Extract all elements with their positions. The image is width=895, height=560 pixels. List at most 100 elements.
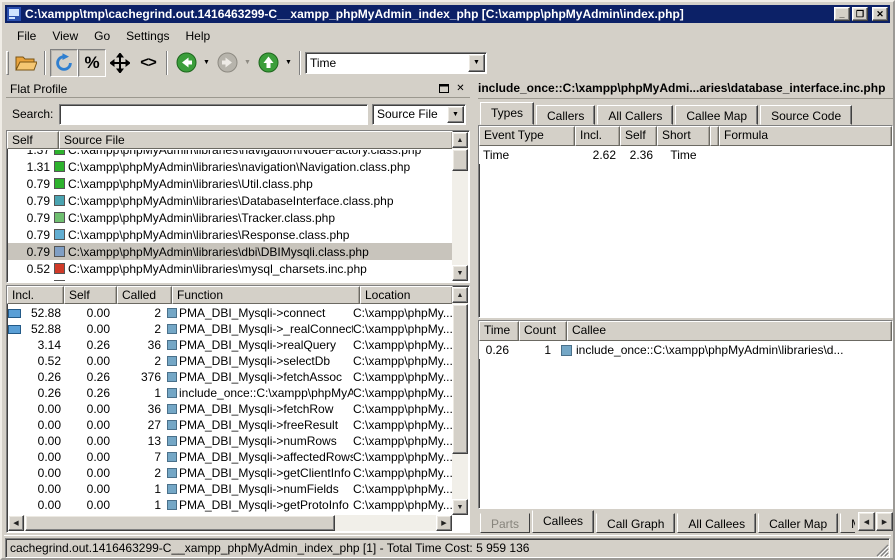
up-button[interactable] — [254, 49, 282, 77]
file-group-icon — [54, 161, 65, 172]
open-file-button[interactable] — [12, 49, 40, 77]
file-row[interactable]: 0.79C:\xampp\phpMyAdmin\libraries\dbi\DB… — [8, 243, 452, 260]
app-icon — [7, 7, 21, 21]
tab-callees[interactable]: Callees — [532, 510, 594, 533]
event-type-row[interactable]: Time2.622.36Time — [479, 146, 892, 164]
function-row[interactable]: 0.000.001PMA_DBI_Mysqli->numFieldsC:\xam… — [8, 481, 452, 497]
col-header-time[interactable]: Time — [479, 321, 519, 341]
event-type-selector[interactable]: Time ▼ — [305, 52, 487, 74]
function-row[interactable]: 0.260.26376PMA_DBI_Mysqli->fetchAssocC:\… — [8, 369, 452, 385]
tab-machine[interactable]: Machine — [840, 513, 855, 533]
col-header-formula[interactable]: Formula — [719, 126, 892, 146]
tab-callers[interactable]: Callers — [536, 105, 595, 125]
tab-callee-map[interactable]: Callee Map — [675, 105, 758, 125]
search-input[interactable] — [59, 104, 368, 125]
cycle-detection-button[interactable] — [106, 49, 134, 77]
detail-bottom-tabs: PartsCalleesCall GraphAll CalleesCaller … — [480, 509, 855, 533]
menu-go[interactable]: Go — [87, 27, 117, 45]
menu-file[interactable]: File — [10, 27, 43, 45]
tab-caller-map[interactable]: Caller Map — [758, 513, 838, 533]
callee-row[interactable]: 0.261include_once::C:\xampp\phpMyAdmin\l… — [479, 341, 892, 359]
function-row[interactable]: 0.260.261include_once::C:\xampp\phpMyAd.… — [8, 385, 452, 401]
function-row[interactable]: 52.880.002PMA_DBI_Mysqli->connectC:\xamp… — [8, 305, 452, 321]
file-row[interactable]: 0.52C:\xampp\phpMyAdmin\libraries\mysql_… — [8, 260, 452, 277]
back-button[interactable] — [172, 49, 200, 77]
function-table-hscrollbar[interactable]: ◀ ▶ — [8, 515, 452, 531]
file-row[interactable]: 0.79C:\xampp\phpMyAdmin\libraries\Databa… — [8, 192, 452, 209]
col-header-location[interactable]: Location — [360, 286, 453, 304]
title-bar[interactable]: C:\xampp\tmp\cachegrind.out.1416463299-C… — [5, 5, 890, 23]
col-header-source-file[interactable]: Source File — [59, 131, 453, 149]
scroll-right-icon[interactable]: ▶ — [436, 515, 452, 531]
col-header-spacer[interactable] — [710, 126, 719, 146]
file-row[interactable]: 0.79C:\xampp\phpMyAdmin\libraries\Respon… — [8, 226, 452, 243]
file-row[interactable]: 0.79C:\xampp\phpMyAdmin\libraries\Util.c… — [8, 175, 452, 192]
function-row[interactable]: 3.140.2636PMA_DBI_Mysqli->realQueryC:\xa… — [8, 337, 452, 353]
col-header-callee[interactable]: Callee — [567, 321, 892, 341]
resize-grip[interactable] — [876, 544, 889, 557]
scrollbar-thumb[interactable] — [452, 304, 468, 454]
file-row[interactable]: 0.79C:\xampp\phpMyAdmin\libraries\Tracke… — [8, 209, 452, 226]
col-header-incl[interactable]: Incl. — [7, 286, 64, 304]
scroll-down-icon[interactable]: ▼ — [452, 499, 468, 515]
tab-scroll-left-icon[interactable]: ◀ — [858, 512, 875, 531]
file-row[interactable]: 1.31C:\xampp\phpMyAdmin\libraries\naviga… — [8, 158, 452, 175]
file-row[interactable]: 0.52C:\xampp\phpMyAdmin\libraries\user_p… — [8, 277, 452, 281]
col-header-self[interactable]: Self — [620, 126, 657, 146]
scrollbar-thumb[interactable] — [25, 515, 335, 531]
col-header-self[interactable]: Self — [64, 286, 117, 304]
tab-scroll-right-icon[interactable]: ▶ — [876, 512, 893, 531]
dropdown-arrow-icon[interactable]: ▼ — [468, 54, 485, 72]
function-row[interactable]: 0.520.002PMA_DBI_Mysqli->selectDbC:\xamp… — [8, 353, 452, 369]
function-icon — [167, 308, 177, 318]
col-header-self[interactable]: Self — [7, 131, 59, 149]
up-dropdown-arrow[interactable]: ▼ — [282, 49, 295, 77]
close-button[interactable]: ✕ — [872, 7, 888, 21]
menu-help[interactable]: Help — [179, 27, 218, 45]
minimize-button[interactable]: _ — [834, 7, 850, 21]
scroll-up-icon[interactable]: ▲ — [452, 287, 468, 303]
function-row[interactable]: 0.000.007PMA_DBI_Mysqli->affectedRowsC:\… — [8, 449, 452, 465]
tab-call-graph[interactable]: Call Graph — [596, 513, 675, 533]
file-list-vscrollbar[interactable]: ▲ ▼ — [452, 132, 468, 281]
function-row[interactable]: 0.000.002PMA_DBI_Mysqli->getClientInfoC:… — [8, 465, 452, 481]
scroll-down-icon[interactable]: ▼ — [452, 265, 468, 281]
group-selector[interactable]: Source File ▼ — [372, 104, 466, 125]
menu-settings[interactable]: Settings — [119, 27, 176, 45]
dock-title-bar[interactable]: Flat Profile ✕ — [6, 80, 470, 98]
col-header-incl[interactable]: Incl. — [575, 126, 620, 146]
menu-view[interactable]: View — [45, 27, 85, 45]
dock-float-icon[interactable] — [436, 82, 451, 96]
col-header-short[interactable]: Short — [657, 126, 710, 146]
col-header-called[interactable]: Called — [117, 286, 172, 304]
tab-all-callees[interactable]: All Callees — [677, 513, 756, 533]
scrollbar-thumb[interactable] — [452, 149, 468, 171]
dock-close-icon[interactable]: ✕ — [453, 82, 468, 96]
function-table-vscrollbar[interactable]: ▲ ▼ — [452, 287, 468, 515]
reload-button[interactable] — [50, 49, 78, 77]
function-row[interactable]: 52.880.002PMA_DBI_Mysqli->_realConnectC:… — [8, 321, 452, 337]
relative-percent-button[interactable]: % — [78, 49, 106, 77]
function-row[interactable]: 0.000.0027PMA_DBI_Mysqli->freeResultC:\x… — [8, 417, 452, 433]
scroll-left-icon[interactable]: ◀ — [8, 515, 24, 531]
col-header-function[interactable]: Function — [172, 286, 360, 304]
tab-source-code[interactable]: Source Code — [760, 105, 852, 125]
cost-bar-icon — [8, 325, 21, 334]
back-icon — [176, 52, 197, 73]
function-row[interactable]: 0.000.0013PMA_DBI_Mysqli->numRowsC:\xamp… — [8, 433, 452, 449]
file-row[interactable]: 1.37C:\xampp\phpMyAdmin\libraries\naviga… — [8, 150, 452, 158]
toolbar-handle[interactable] — [6, 51, 9, 75]
col-header-count[interactable]: Count — [519, 321, 567, 341]
dropdown-arrow-icon[interactable]: ▼ — [447, 106, 464, 123]
maximize-button[interactable]: ❐ — [852, 7, 868, 21]
forward-dropdown-arrow[interactable]: ▼ — [241, 49, 254, 77]
forward-button[interactable] — [213, 49, 241, 77]
scroll-up-icon[interactable]: ▲ — [452, 132, 468, 148]
shorten-templates-button[interactable]: <> — [134, 49, 162, 77]
col-header-event-type[interactable]: Event Type — [479, 126, 575, 146]
function-row[interactable]: 0.000.001PMA_DBI_Mysqli->getProtoInfoC:\… — [8, 497, 452, 513]
function-row[interactable]: 0.000.0036PMA_DBI_Mysqli->fetchRowC:\xam… — [8, 401, 452, 417]
tab-types[interactable]: Types — [480, 102, 534, 125]
back-dropdown-arrow[interactable]: ▼ — [200, 49, 213, 77]
tab-all-callers[interactable]: All Callers — [597, 105, 673, 125]
